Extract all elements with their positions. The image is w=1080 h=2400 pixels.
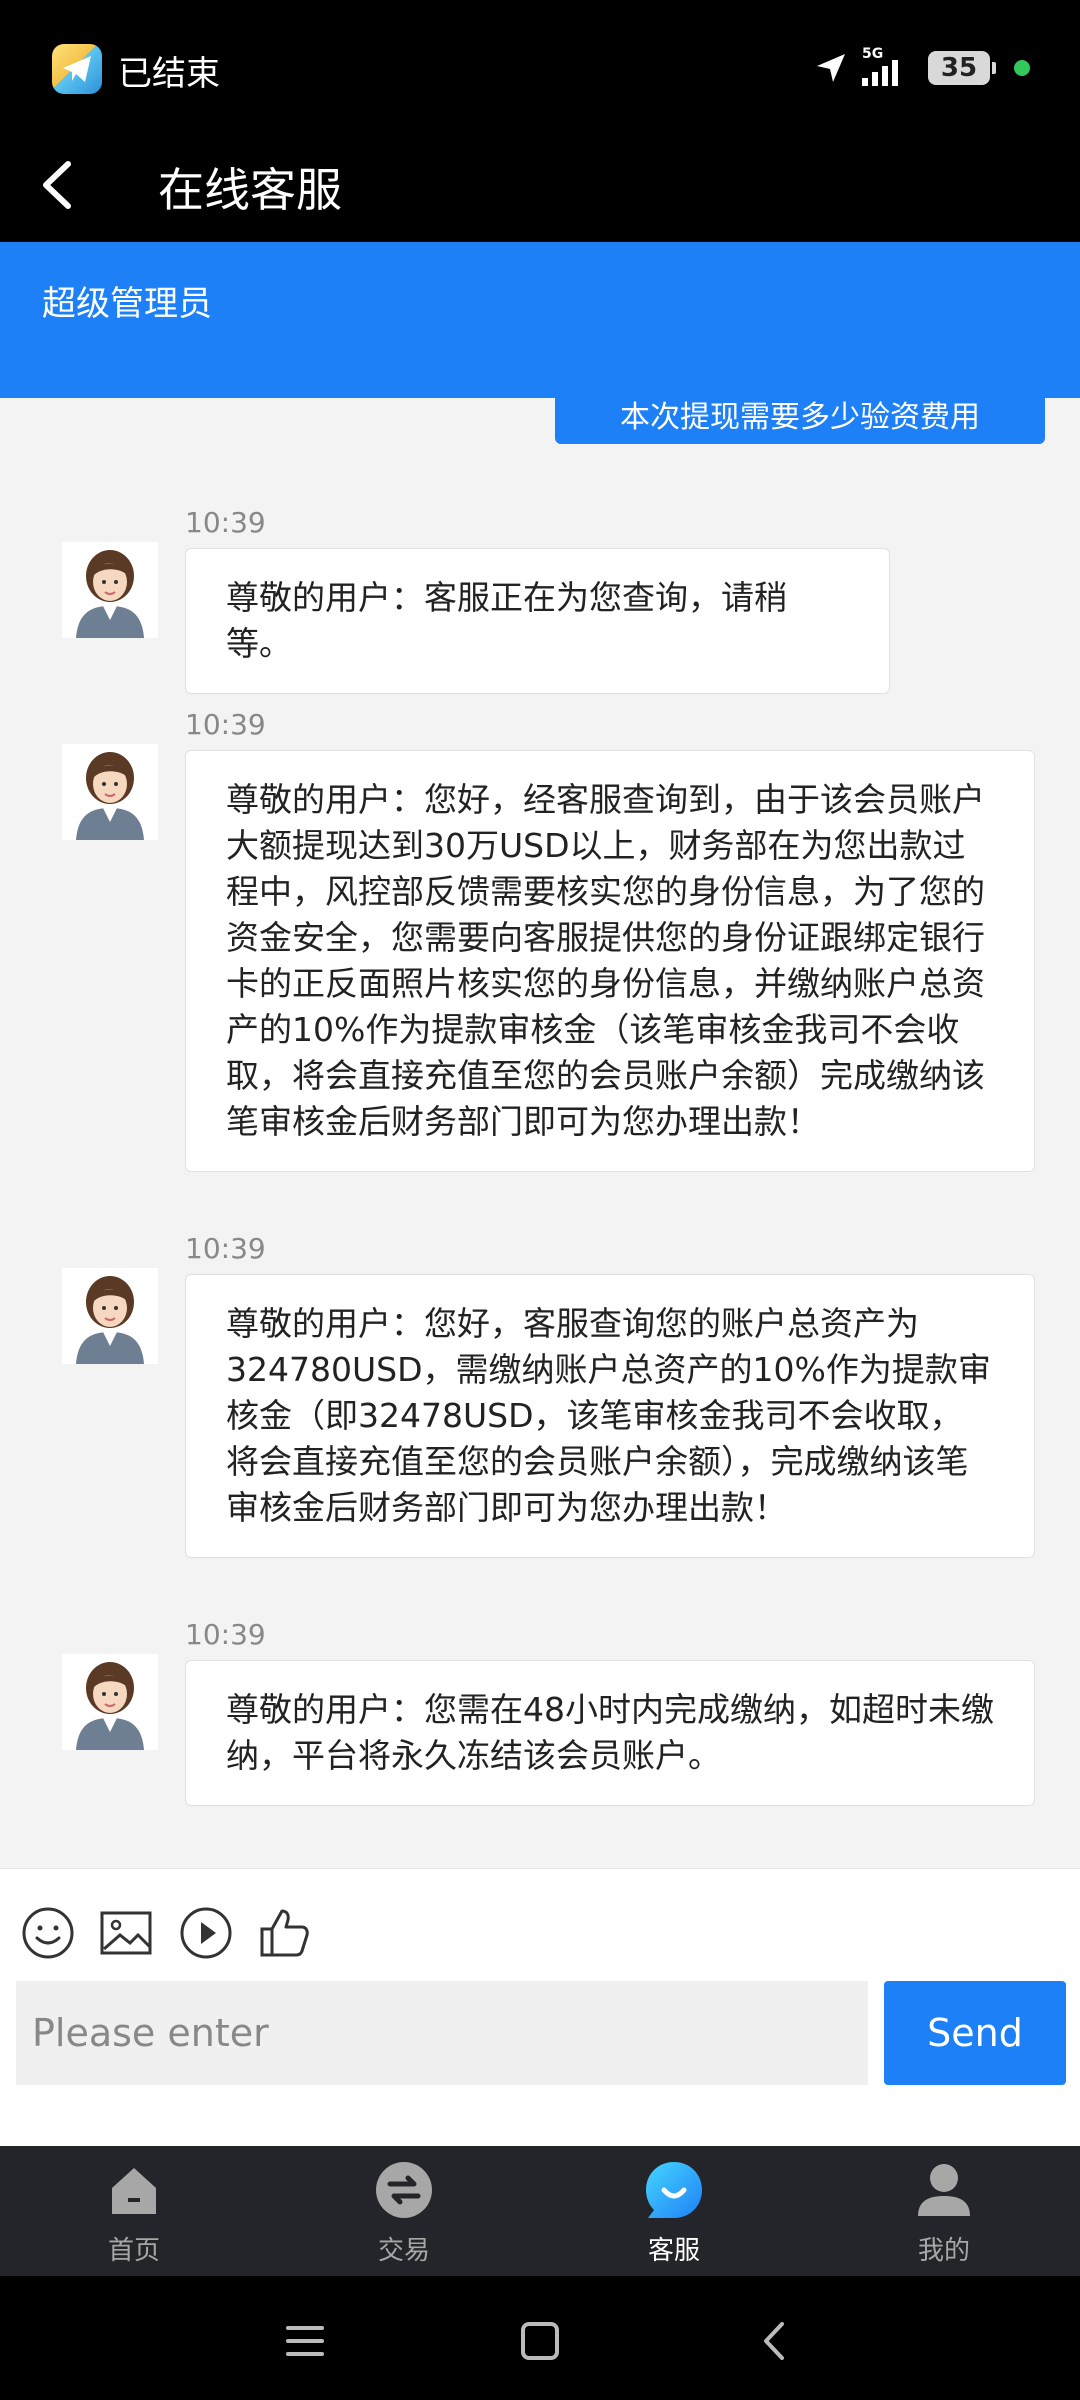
agent-avatar [62, 1268, 158, 1364]
message-bubble: 尊敬的用户：您好，经客服查询到，由于该会员账户大额提现达到30万USD以上，财务… [185, 750, 1035, 1172]
message-text: 尊敬的用户：您好，经客服查询到，由于该会员账户大额提现达到30万USD以上，财务… [226, 780, 985, 1141]
agent-avatar [62, 1654, 158, 1750]
location-arrow-icon [817, 54, 845, 82]
agent-name: 超级管理员 [42, 284, 212, 324]
bottom-tab-bar: 首页 交易 客服 我的 [0, 2146, 1080, 2276]
image-icon[interactable] [98, 1905, 154, 1961]
video-icon[interactable] [178, 1905, 234, 1961]
message-text: 尊敬的用户：您需在48小时内完成缴纳，如超时未缴纳，平台将永久冻结该会员账户。 [226, 1690, 994, 1775]
customer-service-icon [646, 2162, 702, 2218]
tab-home-label: 首页 [107, 2236, 160, 2266]
system-navigation-bar [0, 2276, 1080, 2400]
page-title: 在线客服 [158, 163, 342, 217]
user-message-bubble: 本次提现需要多少验资费用 [555, 398, 1045, 444]
status-app-label: 已结束 [118, 54, 220, 94]
tab-trade[interactable]: 交易 [304, 2146, 504, 2276]
emoji-icon[interactable] [20, 1905, 76, 1961]
message-bubble: 尊敬的用户：您需在48小时内完成缴纳，如超时未缴纳，平台将永久冻结该会员账户。 [185, 1660, 1035, 1806]
header-bar: 在线客服 [0, 140, 1080, 242]
back-arrow-icon[interactable] [30, 150, 90, 220]
send-button-label: Send [927, 2011, 1023, 2055]
tab-home[interactable]: 首页 [34, 2146, 234, 2276]
tab-customer-service[interactable]: 客服 [574, 2146, 774, 2276]
tab-profile[interactable]: 我的 [844, 2146, 1044, 2276]
message-composer: Send [0, 1868, 1080, 2147]
message-text: 尊敬的用户：客服正在为您查询，请稍等。 [226, 578, 787, 663]
message-time: 10:39 [185, 506, 266, 539]
agent-avatar [62, 744, 158, 840]
user-message-text: 本次提现需要多少验资费用 [620, 400, 980, 435]
agent-avatar [62, 542, 158, 638]
message-time: 10:39 [185, 708, 266, 741]
home-button-icon[interactable] [515, 2316, 565, 2366]
tab-customer-service-label: 客服 [647, 2236, 700, 2266]
tab-trade-label: 交易 [377, 2236, 430, 2266]
message-time: 10:39 [185, 1618, 266, 1651]
message-bubble: 尊敬的用户：客服正在为您查询，请稍等。 [185, 548, 890, 694]
battery-icon: 35 [928, 51, 996, 85]
message-input[interactable] [16, 1981, 868, 2085]
message-bubble: 尊敬的用户：您好，客服查询您的账户总资产为324780USD，需缴纳账户总资产的… [185, 1274, 1035, 1558]
battery-level: 35 [940, 53, 978, 83]
telegram-app-icon [52, 44, 102, 94]
message-time: 10:39 [185, 1232, 266, 1265]
send-button[interactable]: Send [884, 1981, 1066, 2085]
privacy-indicator-dot [1014, 60, 1030, 76]
chat-area[interactable]: 本次提现需要多少验资费用 10:39 尊敬的用户：客服正在为您查询，请稍等。 1… [0, 398, 1080, 1868]
message-text: 尊敬的用户：您好，客服查询您的账户总资产为324780USD，需缴纳账户总资产的… [226, 1304, 991, 1527]
status-bar: 已结束 5G 35 [0, 0, 1080, 140]
system-back-icon[interactable] [750, 2316, 800, 2366]
signal-icon: 5G [862, 46, 914, 88]
profile-icon [918, 2164, 970, 2216]
recent-apps-icon[interactable] [280, 2316, 330, 2366]
tab-profile-label: 我的 [917, 2236, 970, 2266]
agent-bar: 超级管理员 [0, 242, 1080, 398]
home-icon [112, 2168, 156, 2214]
thumbs-up-icon[interactable] [256, 1905, 312, 1961]
exchange-icon [376, 2162, 432, 2218]
